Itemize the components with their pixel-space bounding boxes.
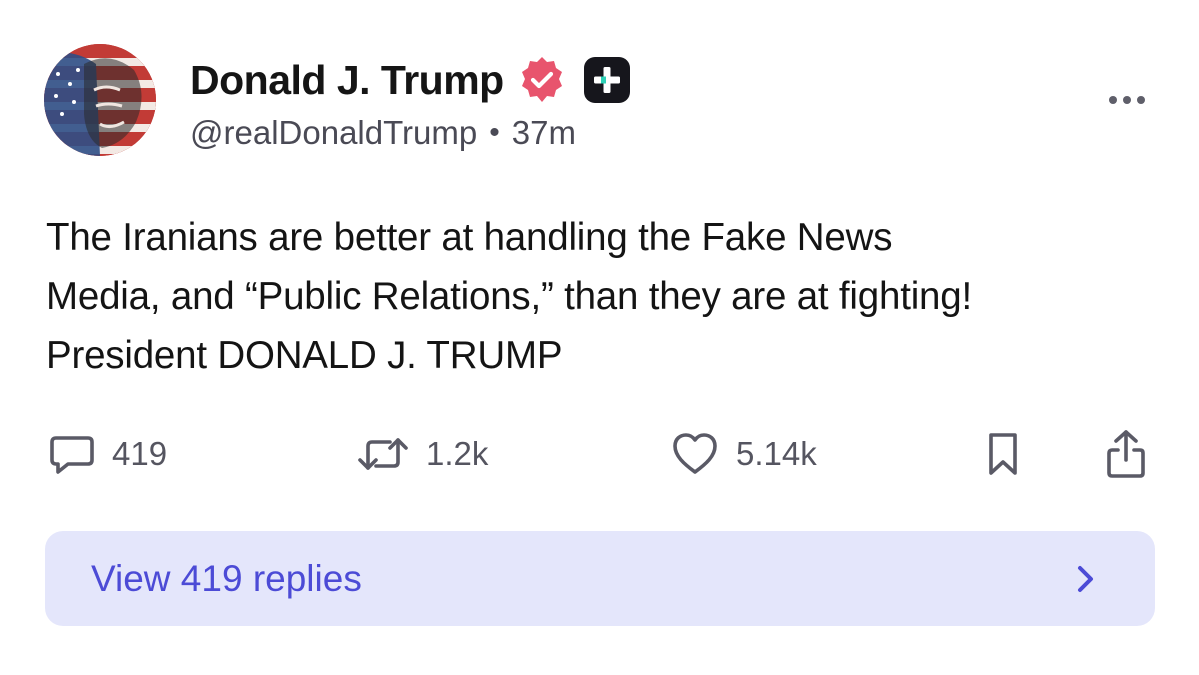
view-replies-button[interactable]: View 419 replies: [45, 531, 1155, 626]
avatar[interactable]: [44, 44, 156, 156]
like-count: 5.14k: [736, 435, 817, 472]
post-text: The Iranians are better at handling the …: [46, 208, 1156, 385]
post-text-line: Media, and “Public Relations,” than they…: [46, 275, 972, 318]
repost-count: 1.2k: [426, 435, 489, 472]
more-icon-dot: [1123, 96, 1131, 104]
reply-count: 419: [112, 435, 168, 472]
bookmark-icon: [989, 433, 1017, 475]
meta-separator: •: [489, 116, 500, 149]
like-button[interactable]: 5.14k: [670, 426, 817, 482]
repost-button[interactable]: 1.2k: [356, 426, 488, 482]
reply-button[interactable]: 419: [48, 426, 167, 482]
verified-badge-icon: [521, 57, 562, 102]
bookmark-button[interactable]: [986, 426, 1020, 482]
avatar-image: [44, 44, 156, 156]
heart-icon: [673, 433, 717, 474]
repost-icon: [358, 438, 408, 470]
share-button[interactable]: [1104, 426, 1148, 482]
comment-icon: [50, 436, 94, 474]
post-card: Donald J. Trump @realDonaldTrump • 37m T…: [0, 0, 1199, 675]
post-text-line: The Iranians are better at handling the …: [46, 216, 893, 259]
post-text-line: President DONALD J. TRUMP: [46, 334, 563, 377]
view-replies-label: View 419 replies: [91, 558, 362, 599]
plus-badge-icon: [583, 57, 630, 103]
more-icon-dot: [1137, 96, 1145, 104]
author-meta-row: @realDonaldTrump • 37m: [190, 114, 576, 152]
more-options-button[interactable]: [1101, 86, 1153, 114]
author-handle[interactable]: @realDonaldTrump: [190, 114, 477, 152]
more-icon: [1109, 96, 1117, 104]
author-name-row: Donald J. Trump: [190, 52, 632, 108]
post-timestamp[interactable]: 37m: [512, 114, 576, 152]
share-icon: [1107, 430, 1145, 478]
author-display-name[interactable]: Donald J. Trump: [190, 57, 504, 104]
chevron-right-icon: [1078, 566, 1093, 592]
